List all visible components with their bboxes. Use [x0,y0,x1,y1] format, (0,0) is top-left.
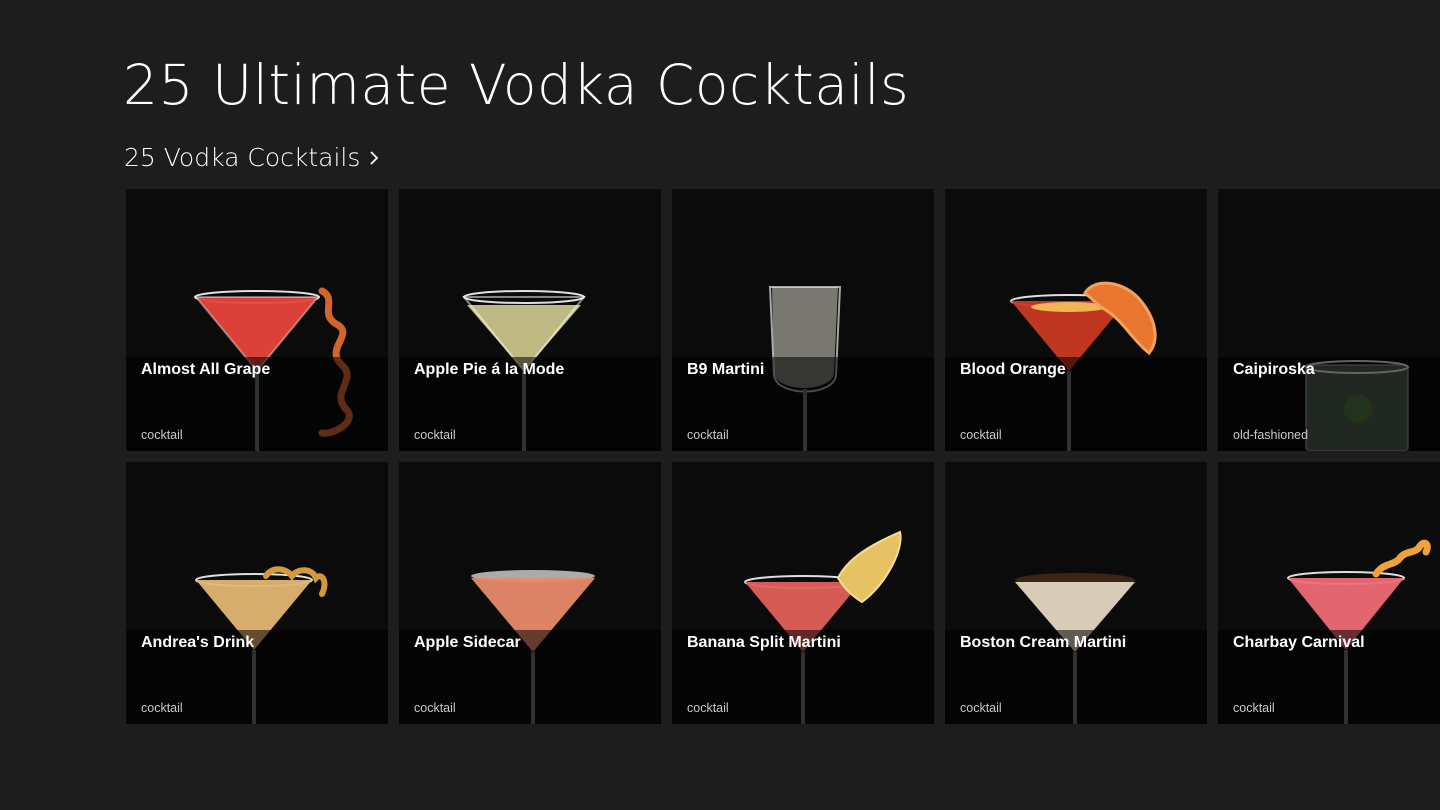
page-title: 25 Ultimate Vodka Cocktails [123,53,910,117]
cocktail-tile[interactable]: Apple Pie á la Mode cocktail [399,189,661,451]
tile-title: Boston Cream Martini [960,634,1127,651]
cocktail-tile[interactable]: Charbay Carnival cocktail [1218,462,1440,724]
cocktail-tile[interactable]: B9 Martini cocktail [672,189,934,451]
tile-subtitle: old-fashioned [1233,428,1309,442]
cocktail-grid: Almost All Grape cocktail Apple Pie á la… [126,189,1440,729]
tile-subtitle: cocktail [960,701,1002,715]
group-header-label: 25 Vodka Cocktails [124,143,361,172]
tile-subtitle: cocktail [141,701,183,715]
cocktail-tile[interactable]: Apple Sidecar cocktail [399,462,661,724]
cocktail-tile[interactable]: Banana Split Martini cocktail [672,462,934,724]
tile-subtitle: cocktail [414,428,456,442]
cocktail-tile[interactable]: Almost All Grape cocktail [126,189,388,451]
tile-subtitle: cocktail [687,428,729,442]
cocktail-tile[interactable]: Caipiroska old-fashioned [1218,189,1440,451]
tile-subtitle: cocktail [414,701,456,715]
tile-title: Charbay Carnival [1233,634,1365,651]
tile-subtitle: cocktail [1233,701,1275,715]
tile-title: Caipiroska [1233,361,1315,378]
tile-subtitle: cocktail [960,428,1002,442]
tile-subtitle: cocktail [687,701,729,715]
cocktail-tile[interactable]: Blood Orange cocktail [945,189,1207,451]
tile-title: B9 Martini [687,361,765,378]
tile-title: Apple Sidecar [414,634,521,651]
tile-title: Banana Split Martini [687,634,841,651]
group-header-link[interactable]: 25 Vodka Cocktails [124,140,384,176]
cocktail-tile[interactable]: Boston Cream Martini cocktail [945,462,1207,724]
tile-title: Blood Orange [960,361,1066,378]
chevron-right-icon [368,140,384,176]
tile-title: Almost All Grape [141,361,271,378]
tile-title: Andrea's Drink [141,634,255,651]
tile-subtitle: cocktail [141,428,183,442]
cocktail-tile[interactable]: Andrea's Drink cocktail [126,462,388,724]
app-window: 25 Ultimate Vodka Cocktails 25 Vodka Coc… [0,0,1440,810]
tile-title: Apple Pie á la Mode [414,361,565,378]
